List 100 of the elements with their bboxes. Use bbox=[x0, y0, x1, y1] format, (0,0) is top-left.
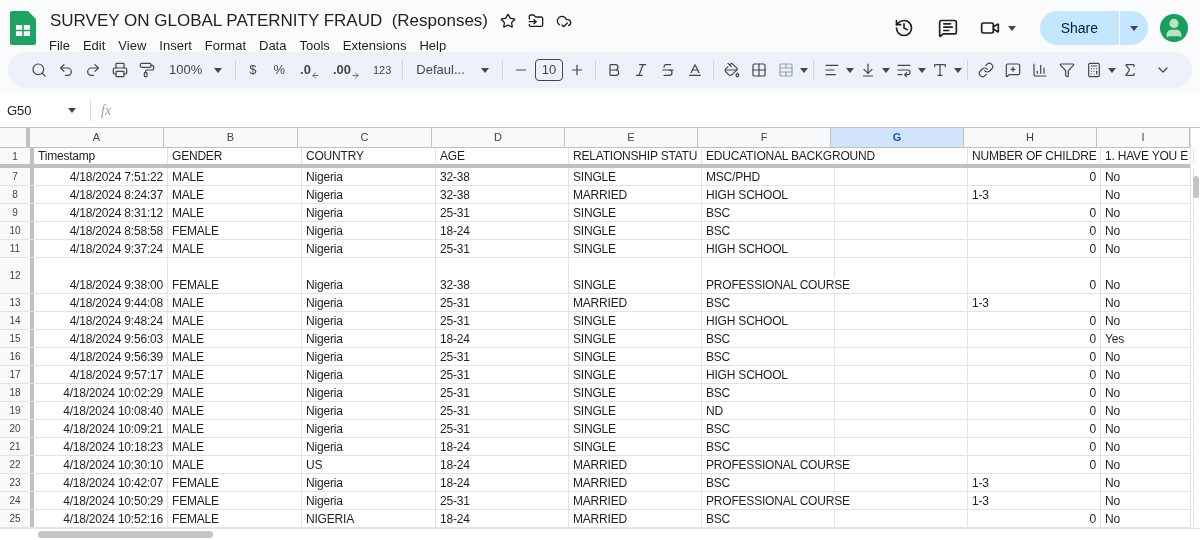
table-cell: HIGH SCHOOL bbox=[706, 367, 788, 382]
star-icon[interactable] bbox=[500, 12, 517, 29]
table-cell: BSC bbox=[706, 295, 731, 310]
table-cell: MARRIED bbox=[573, 295, 627, 310]
row-number[interactable]: 24 bbox=[0, 492, 34, 509]
table-cell: 0 bbox=[1089, 313, 1096, 328]
row-number[interactable]: 12 bbox=[0, 258, 34, 293]
row-number[interactable]: 20 bbox=[0, 420, 34, 437]
font-size-field[interactable]: 10 bbox=[534, 59, 564, 81]
row-number[interactable]: 9 bbox=[0, 204, 34, 221]
folder-icon[interactable] bbox=[528, 12, 545, 29]
table-cell: 4/18/2024 8:58:58 bbox=[69, 223, 163, 238]
row-number[interactable]: 8 bbox=[0, 186, 34, 203]
table-cell: 25-31 bbox=[440, 385, 470, 400]
menu-item[interactable]: Tools bbox=[299, 35, 330, 55]
column-header[interactable]: D bbox=[432, 128, 565, 147]
row-number[interactable]: 25 bbox=[0, 510, 34, 527]
table-cell: 18-24 bbox=[440, 331, 470, 346]
column-header[interactable]: C bbox=[298, 128, 432, 147]
row-number[interactable]: 10 bbox=[0, 222, 34, 239]
menu-item[interactable]: Data bbox=[259, 35, 287, 55]
menu-item[interactable]: Help bbox=[419, 35, 447, 55]
row-number[interactable]: 18 bbox=[0, 384, 34, 401]
row-number[interactable]: 15 bbox=[0, 330, 34, 347]
row-number[interactable]: 1 bbox=[0, 148, 34, 164]
menu-item[interactable]: Extensions bbox=[342, 35, 407, 55]
table-cell: HIGH SCHOOL bbox=[706, 241, 788, 256]
table-cell: HIGH SCHOOL bbox=[706, 187, 788, 202]
spreadsheet-logo-icon[interactable] bbox=[10, 11, 36, 45]
column-header[interactable]: G bbox=[831, 128, 964, 147]
table-cell: FEMALE bbox=[172, 223, 219, 238]
increase-decimals-button[interactable]: .00 bbox=[326, 60, 366, 80]
row-number[interactable]: 13 bbox=[0, 294, 34, 311]
row-number[interactable]: 16 bbox=[0, 348, 34, 365]
document-title[interactable]: SURVEY ON GLOBAL PATERNITY FRAUD (Responses) bbox=[50, 8, 489, 34]
caret-icon bbox=[954, 67, 963, 73]
table-cell: MARRIED bbox=[573, 457, 627, 472]
table-cell: 0 bbox=[1089, 331, 1096, 346]
row-number[interactable]: 14 bbox=[0, 312, 34, 329]
table-cell: 25-31 bbox=[440, 313, 470, 328]
row-number[interactable]: 23 bbox=[0, 474, 34, 491]
row-number[interactable]: 11 bbox=[0, 240, 34, 257]
column-header[interactable]: A bbox=[30, 128, 164, 147]
table-cell: 4/18/2024 10:02:29 bbox=[63, 385, 163, 400]
table-cell: 25-31 bbox=[440, 403, 470, 418]
caret-icon bbox=[1007, 25, 1016, 31]
table-cell: Nigeria bbox=[306, 295, 343, 310]
table-cell: 18-24 bbox=[440, 511, 470, 526]
menu-item[interactable]: Edit bbox=[82, 35, 106, 55]
table-cell: 4/18/2024 9:57:17 bbox=[69, 367, 163, 382]
menu-item[interactable]: File bbox=[49, 35, 70, 55]
table-cell: MALE bbox=[172, 349, 204, 364]
table-cell: RELATIONSHIP STATU bbox=[573, 149, 698, 163]
table-cell: MALE bbox=[172, 421, 204, 436]
row-number[interactable]: 22 bbox=[0, 456, 34, 473]
column-header[interactable]: E bbox=[565, 128, 698, 147]
menu-item[interactable]: Insert bbox=[159, 35, 192, 55]
table-cell: SINGLE bbox=[573, 313, 616, 328]
table-cell: No bbox=[1105, 475, 1120, 490]
table-cell: No bbox=[1105, 349, 1120, 364]
table-cell: 4/18/2024 9:56:03 bbox=[69, 331, 163, 346]
table-cell: 0 bbox=[1089, 385, 1096, 400]
row-number[interactable]: 7 bbox=[0, 168, 34, 185]
table-cell: MARRIED bbox=[573, 493, 627, 508]
table-cell: No bbox=[1105, 511, 1120, 526]
table-cell: BSC bbox=[706, 475, 731, 490]
table-cell: 32-38 bbox=[440, 187, 470, 202]
row-number[interactable]: 21 bbox=[0, 438, 34, 455]
menu-item[interactable]: Format bbox=[204, 35, 246, 55]
column-header[interactable]: H bbox=[964, 128, 1097, 147]
table-cell: 0 bbox=[1089, 367, 1096, 382]
currency-button[interactable]: $ bbox=[241, 60, 265, 80]
percent-button[interactable]: % bbox=[265, 60, 294, 80]
table-cell: 32-38 bbox=[440, 169, 470, 184]
comment-icon[interactable] bbox=[937, 18, 958, 38]
number-format-button[interactable]: 123 bbox=[366, 61, 398, 79]
avatar[interactable] bbox=[1160, 14, 1188, 42]
table-cell: BSC bbox=[706, 223, 731, 238]
table-cell: 32-38 bbox=[440, 278, 470, 292]
name-box[interactable]: G50 bbox=[0, 100, 80, 121]
table-cell: PROFESSIONAL COURSE bbox=[706, 493, 850, 508]
table-cell: SINGLE bbox=[573, 223, 616, 238]
column-header[interactable]: I bbox=[1097, 128, 1190, 147]
caret-icon bbox=[1108, 67, 1117, 73]
font-select[interactable]: Defaul... bbox=[408, 60, 497, 80]
menu-item[interactable]: View bbox=[118, 35, 147, 55]
table-cell: EDUCATIONAL BACKGROUND bbox=[706, 149, 875, 163]
vertical-scrollbar[interactable] bbox=[1190, 128, 1200, 528]
table-cell: No bbox=[1105, 313, 1120, 328]
column-header[interactable]: B bbox=[164, 128, 298, 147]
horizontal-scrollbar[interactable] bbox=[0, 528, 1200, 540]
table-cell: Timestamp bbox=[38, 149, 96, 163]
table-cell: No bbox=[1105, 205, 1120, 220]
table-cell: 18-24 bbox=[440, 475, 470, 490]
decrease-decimals-button[interactable]: .0 bbox=[294, 60, 326, 80]
table-cell: ND bbox=[706, 403, 723, 418]
zoom-select[interactable]: 100% bbox=[161, 60, 231, 80]
row-number[interactable]: 17 bbox=[0, 366, 34, 383]
row-number[interactable]: 19 bbox=[0, 402, 34, 419]
history-icon[interactable] bbox=[893, 18, 914, 38]
